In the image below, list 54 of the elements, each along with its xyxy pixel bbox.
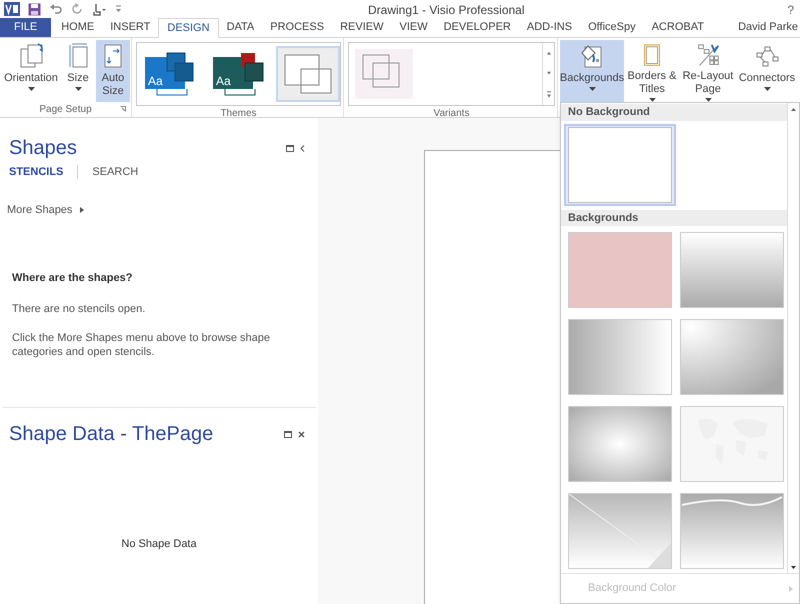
help-button[interactable]: ?	[787, 1, 794, 19]
help-text: There are no stencils open.	[12, 302, 146, 316]
more-shapes-menu[interactable]: More Shapes	[7, 202, 72, 218]
help-text: Click the More Shapes menu above to browse shape categories and open stencils.	[12, 331, 272, 359]
group-label: Page Setup	[39, 103, 92, 117]
ribbon-button[interactable]: Size	[62, 40, 94, 102]
ribbon-tab[interactable]: INSERT	[102, 18, 158, 37]
pages-rotate-icon	[18, 43, 44, 69]
group-label: Variants	[434, 107, 470, 121]
section-header: No Background	[561, 104, 787, 120]
group-label: Themes	[220, 107, 257, 121]
ribbon-tab[interactable]: ADD-INS	[518, 18, 580, 37]
help-heading: Where are the shapes?	[12, 271, 134, 286]
dialog-launcher-icon[interactable]	[120, 106, 126, 112]
section-header: Backgrounds	[561, 210, 787, 226]
ribbon-tab[interactable]: OfficeSpy	[580, 18, 644, 37]
close-icon[interactable]	[298, 430, 305, 438]
user-name[interactable]: David Parke	[738, 18, 800, 37]
ribbon-tab[interactable]: REVIEW	[332, 18, 392, 37]
ribbon-button[interactable]: Re-Layout Page	[680, 40, 736, 102]
undo-icon[interactable]	[49, 3, 63, 15]
ribbon-tab[interactable]: DATA	[218, 18, 262, 37]
pane-tab[interactable]: SEARCH	[92, 164, 138, 180]
ribbon-button[interactable]: Backgrounds	[560, 40, 624, 102]
save-icon[interactable]	[28, 2, 41, 16]
customize-caret-icon[interactable]	[115, 5, 122, 13]
ribbon-button[interactable]: Borders & Titles	[626, 40, 678, 102]
submenu-arrow-icon	[789, 586, 793, 592]
window-title: Drawing1 - Visio Professional	[368, 2, 525, 19]
redo-icon[interactable]	[71, 3, 83, 15]
ribbon-button[interactable]: Auto Size	[96, 40, 130, 102]
submenu-arrow-icon	[80, 206, 84, 213]
pane-title: Shapes	[9, 136, 77, 160]
ribbon-button[interactable]: Orientation	[2, 40, 60, 102]
ribbon-tab[interactable]: DEVELOPER	[436, 18, 519, 37]
ribbon-tab[interactable]: FILE	[0, 18, 52, 37]
ribbon-tab[interactable]: PROCESS	[262, 18, 332, 37]
pane-tab[interactable]: STENCILS	[9, 164, 64, 180]
collapse-icon[interactable]	[300, 144, 305, 152]
ribbon-tab[interactable]: VIEW	[391, 18, 436, 37]
variant-option[interactable]	[352, 46, 416, 102]
pane-options-icon[interactable]	[286, 144, 294, 152]
pane-title: Shape Data - ThePage	[9, 422, 214, 446]
theme-option[interactable]	[276, 46, 340, 102]
background-option[interactable]	[564, 124, 676, 206]
ribbon-tab[interactable]: ACROBAT	[644, 18, 712, 37]
ribbon-tab[interactable]: HOME	[53, 18, 102, 37]
ribbon-button[interactable]: Connectors	[738, 40, 796, 102]
ribbon-tab[interactable]: DESIGN	[158, 18, 219, 38]
pane-options-icon[interactable]	[284, 430, 292, 438]
app-logo-icon	[4, 2, 20, 16]
empty-message: No Shape Data	[121, 537, 197, 552]
pointer-tool-icon[interactable]	[91, 2, 107, 16]
layout-grid-icon	[695, 43, 721, 68]
